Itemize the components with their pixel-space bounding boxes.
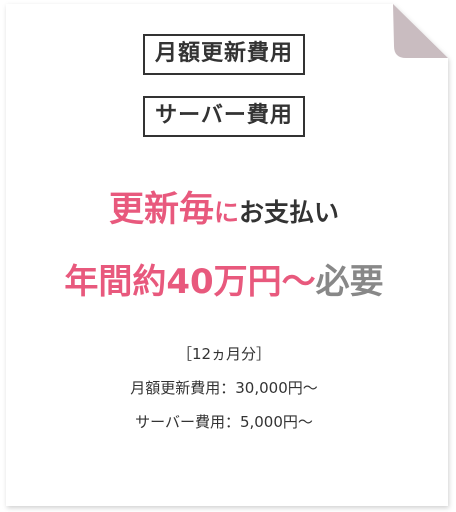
server-fee-tag: サーバー費用 xyxy=(143,96,305,137)
headline-emphasis-renewal: 更新毎 xyxy=(108,190,214,230)
breakdown-server-row: サーバー費用：5,000円〜 xyxy=(135,413,313,431)
headline-particle: に xyxy=(213,198,239,227)
folded-corner-icon xyxy=(393,4,448,58)
headline-payment-text: お支払い xyxy=(239,198,340,227)
headline-required-text: 必要 xyxy=(315,262,384,302)
headline-line-1: 更新毎にお支払い xyxy=(8,188,440,238)
cost-breakdown: ［12ヵ月分］ 月額更新費用：30,000円〜 サーバー費用：5,000円〜 xyxy=(8,344,440,446)
breakdown-heading: ［12ヵ月分］ xyxy=(176,345,272,363)
document-card: 月額更新費用 サーバー費用 更新毎にお支払い 年間約40万円〜必要 ［12ヵ月分… xyxy=(0,0,456,512)
breakdown-renewal-row: 月額更新費用：30,000円〜 xyxy=(130,379,318,397)
renewal-fee-tag: 月額更新費用 xyxy=(142,34,305,75)
headline-line-2: 年間約40万円〜必要 xyxy=(8,258,440,312)
headline-annual-amount: 年間約40万円〜 xyxy=(64,262,316,302)
